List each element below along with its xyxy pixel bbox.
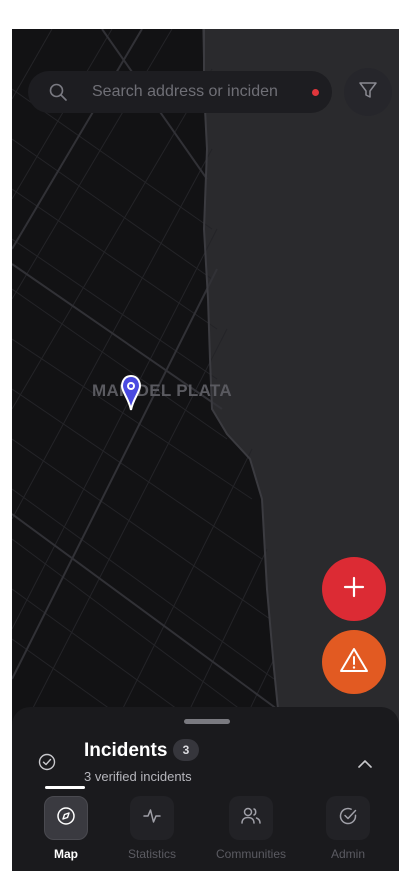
tab-statistics[interactable]: Statistics bbox=[107, 796, 197, 866]
add-incident-button[interactable] bbox=[322, 557, 386, 621]
location-pin-icon[interactable] bbox=[120, 374, 142, 411]
tab-admin[interactable]: Admin bbox=[303, 796, 393, 866]
tab-communities-label: Communities bbox=[215, 847, 287, 861]
check-circle-icon bbox=[38, 753, 56, 771]
users-icon bbox=[240, 806, 262, 831]
tab-map[interactable]: Map bbox=[21, 796, 111, 866]
sheet-handle[interactable] bbox=[184, 719, 230, 724]
tab-map-icon-box bbox=[44, 796, 88, 840]
active-tab-indicator bbox=[45, 786, 85, 789]
tab-statistics-icon-box bbox=[130, 796, 174, 840]
tab-map-label: Map bbox=[54, 847, 78, 861]
report-alert-button[interactable] bbox=[322, 630, 386, 694]
tab-communities-icon-box bbox=[229, 796, 273, 840]
tab-admin-icon-box bbox=[326, 796, 370, 840]
check-circle-icon bbox=[338, 806, 358, 831]
compass-icon bbox=[56, 806, 76, 831]
search-icon bbox=[48, 82, 68, 102]
tab-statistics-label: Statistics bbox=[127, 847, 176, 861]
filter-button[interactable] bbox=[344, 68, 392, 116]
chevron-up-icon[interactable] bbox=[356, 757, 374, 769]
app-screen: MAR DEL PLATA Search address or inciden … bbox=[12, 29, 399, 871]
warning-triangle-icon bbox=[339, 646, 369, 679]
search-input[interactable] bbox=[92, 71, 292, 113]
search-bar[interactable] bbox=[28, 71, 332, 113]
incident-count-badge: 3 bbox=[173, 739, 199, 761]
tab-admin-label: Admin bbox=[330, 847, 365, 861]
sheet-title: Incidents bbox=[84, 740, 168, 761]
plus-icon bbox=[342, 575, 366, 604]
status-dot bbox=[312, 89, 319, 96]
sheet-subtitle: 3 verified incidents bbox=[84, 769, 192, 784]
activity-icon bbox=[142, 806, 162, 831]
tab-communities[interactable]: Communities bbox=[206, 796, 296, 866]
filter-icon bbox=[357, 79, 379, 106]
